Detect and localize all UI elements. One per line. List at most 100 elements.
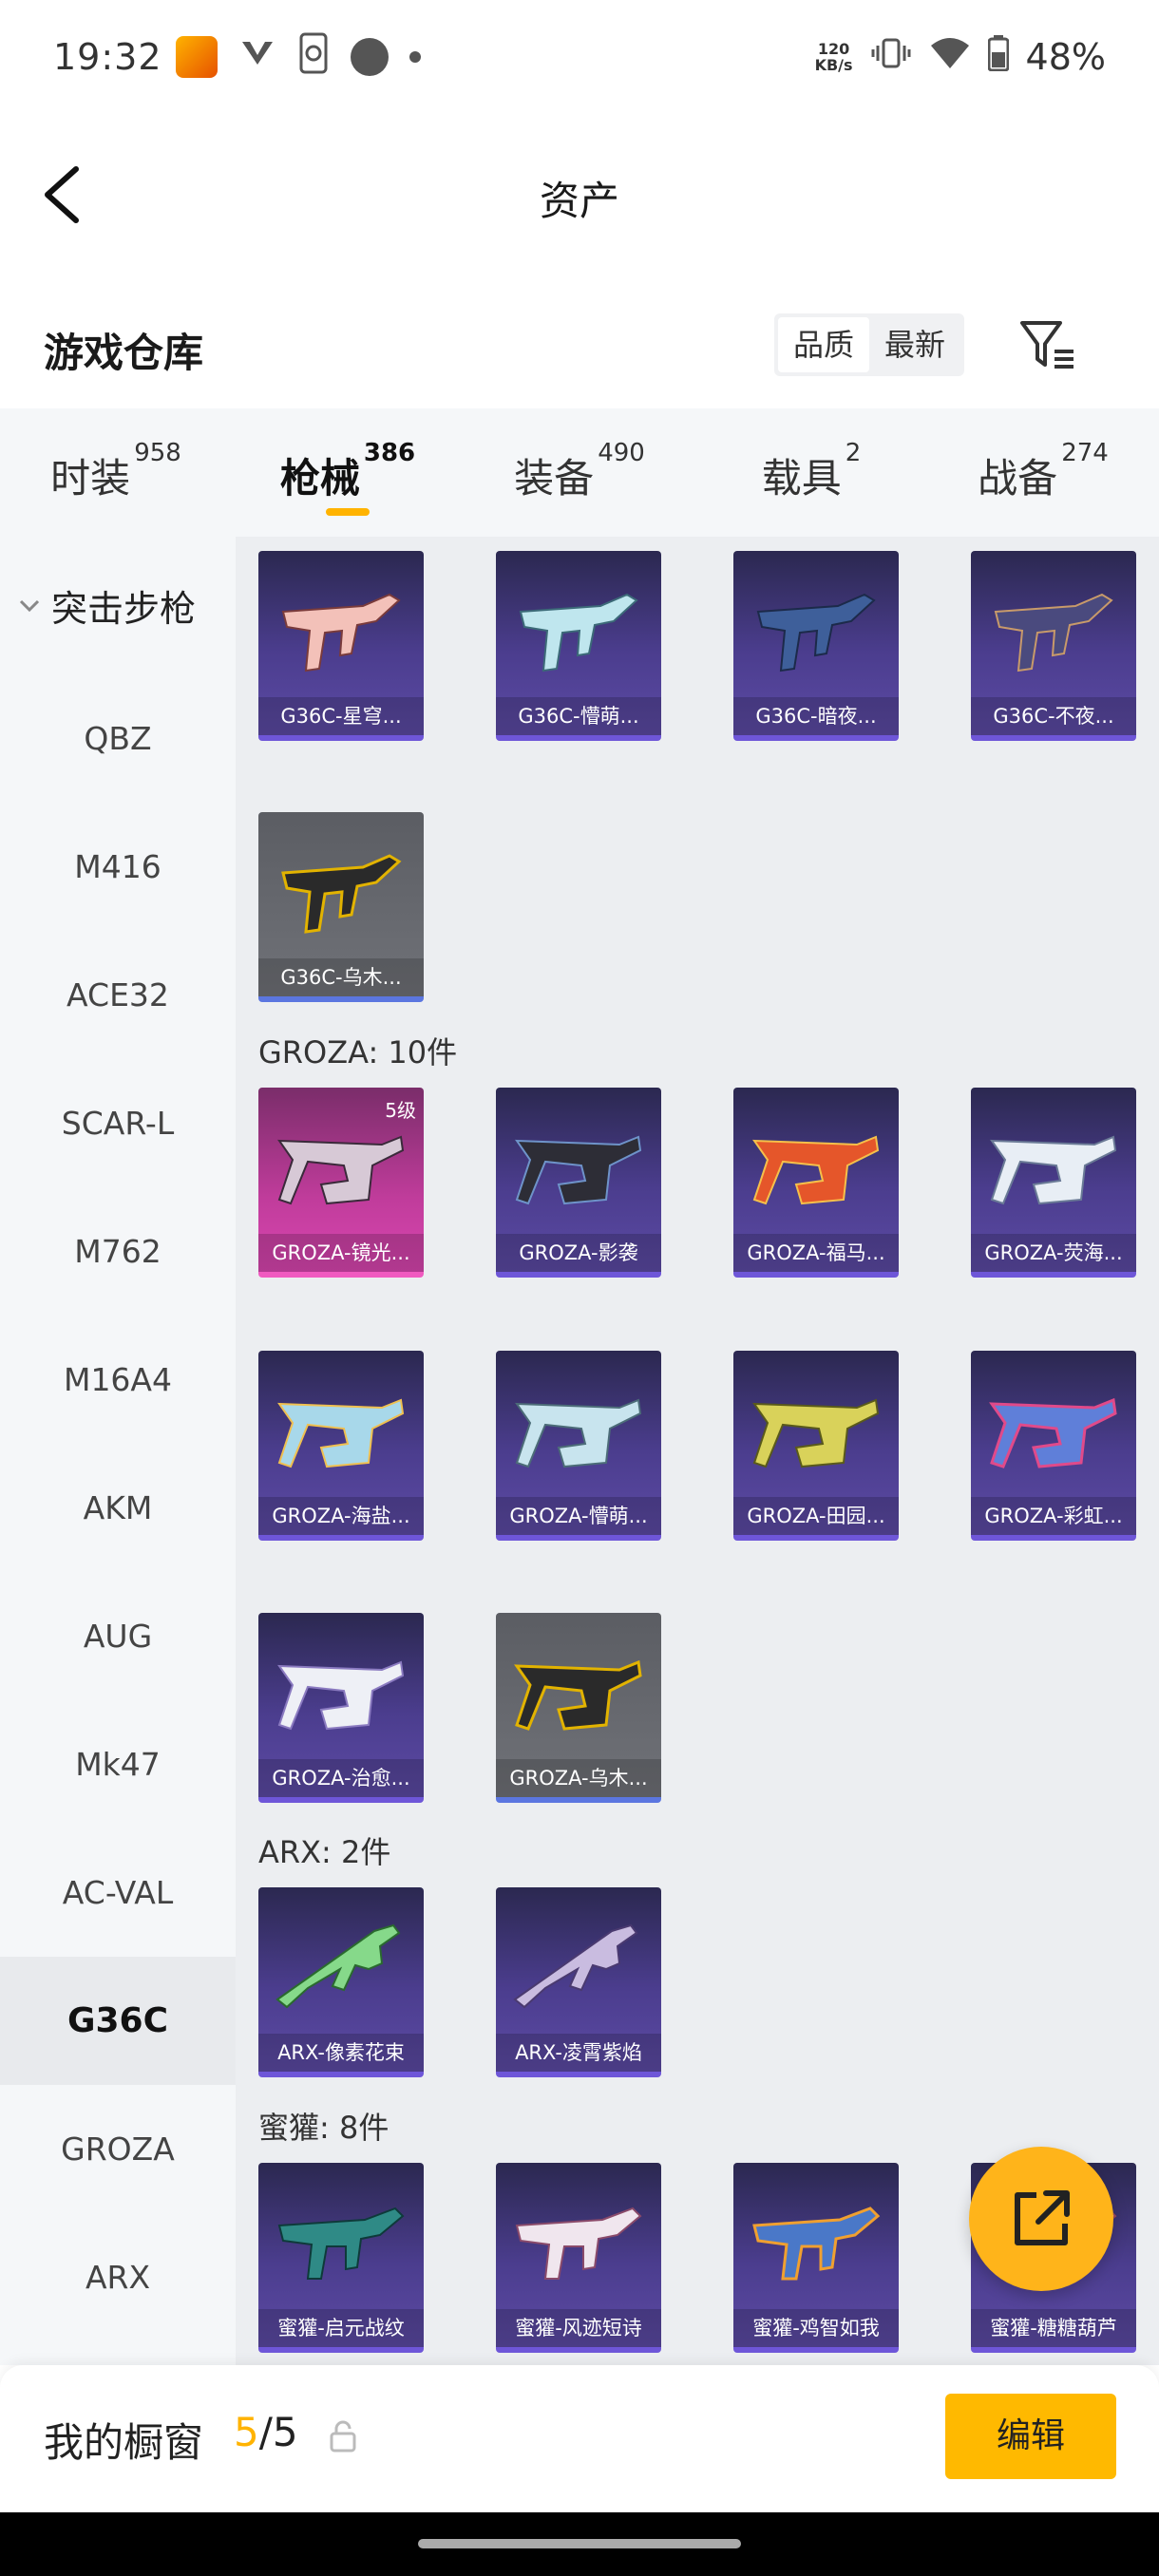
filter-button[interactable] <box>1016 313 1077 374</box>
weapon-card-label: GROZA-海盐... <box>258 1497 424 1535</box>
tab-fashion[interactable]: 时装958 <box>0 408 232 537</box>
share-button[interactable] <box>969 2147 1113 2291</box>
tab-label: 时装 <box>50 455 131 502</box>
sidebar-item-aug[interactable]: AUG <box>0 1572 236 1700</box>
rifle-icon <box>994 593 1113 672</box>
circle-icon <box>350 38 389 76</box>
weapon-card-label: ARX-像素花束 <box>258 2034 424 2072</box>
rifle-icon <box>276 1923 401 2009</box>
edit-button[interactable]: 编辑 <box>945 2394 1116 2479</box>
sidebar-item-qbz[interactable]: QBZ <box>0 674 236 803</box>
app-badge-icon <box>175 36 218 78</box>
page-title: 资产 <box>539 178 619 224</box>
weapon-card-label: 蜜獾-风迹短诗 <box>496 2309 661 2347</box>
showcase-used: 5 <box>234 2409 259 2455</box>
dot-icon <box>408 51 421 63</box>
tab-count: 958 <box>134 439 181 467</box>
showcase-count: 5/5 <box>234 2409 298 2455</box>
weapon-card-label: G36C-不夜... <box>971 697 1136 735</box>
sidebar-category-label: 突击步枪 <box>51 588 197 630</box>
sidebar-item-mk47[interactable]: Mk47 <box>0 1700 236 1828</box>
sort-newest-option[interactable]: 最新 <box>869 317 960 372</box>
tab-equipment[interactable]: 装备490 <box>464 408 695 537</box>
weapon-card[interactable]: GROZA-治愈... <box>258 1613 424 1803</box>
sidebar-item-g36c[interactable]: G36C <box>0 1957 236 2085</box>
weapon-grid: G36C-星穹... G36C-懵萌... G36C-暗夜... G36C-不夜… <box>236 537 1159 2365</box>
tab-label: 装备 <box>514 455 595 502</box>
net-speed-unit: KB/s <box>814 56 853 74</box>
rifle-icon <box>281 593 401 672</box>
battery-percent: 48% <box>1025 36 1106 78</box>
sort-quality-option[interactable]: 品质 <box>778 317 870 372</box>
sidebar-item-m416[interactable]: M416 <box>0 803 236 931</box>
weapon-card[interactable]: G36C-懵萌... <box>496 551 661 741</box>
category-tabs: 时装958 枪械386 装备490 载具2 战备274 <box>0 408 1159 537</box>
tab-supplies[interactable]: 战备274 <box>927 408 1159 537</box>
app-header: 资产 <box>0 133 1159 256</box>
weapon-card[interactable]: GROZA-影袭 <box>496 1088 661 1278</box>
rifle-icon <box>277 2207 405 2280</box>
tab-count: 2 <box>845 439 862 467</box>
tab-weapons[interactable]: 枪械386 <box>232 408 464 537</box>
rifle-icon <box>752 1398 880 1468</box>
weapon-card[interactable]: G36C-不夜... <box>971 551 1136 741</box>
weapon-card[interactable]: G36C-星穹... <box>258 551 424 741</box>
showcase-total: /5 <box>258 2409 298 2455</box>
rifle-icon <box>989 1397 1117 1468</box>
sidebar-item-ac-val[interactable]: AC-VAL <box>0 1828 236 1957</box>
sidebar-item-groza[interactable]: GROZA <box>0 2085 236 2213</box>
tab-label: 战备 <box>978 455 1058 502</box>
weapon-card[interactable]: GROZA-懵萌... <box>496 1351 661 1541</box>
tab-label: 载具 <box>761 455 842 502</box>
wifi-icon <box>929 36 971 79</box>
weapon-card[interactable]: 蜜獾-风迹短诗 <box>496 2163 661 2353</box>
weapon-card[interactable]: GROZA-彩虹... <box>971 1351 1136 1541</box>
status-time: 19:32 <box>53 36 162 78</box>
weapon-card[interactable]: GROZA-福马... <box>733 1088 899 1278</box>
rifle-icon <box>277 1398 405 1468</box>
weapon-card[interactable]: 5级 GROZA-镜光... <box>258 1088 424 1278</box>
net-speed: 120 KB/s <box>815 41 853 73</box>
weapon-card[interactable]: GROZA-乌木... <box>496 1613 661 1803</box>
rifle-icon <box>515 1398 642 1468</box>
weapon-card-label: GROZA-影袭 <box>496 1234 661 1272</box>
weapon-card[interactable]: 蜜獾-启元战纹 <box>258 2163 424 2353</box>
tab-count: 490 <box>598 439 645 467</box>
weapon-card[interactable]: ARX-像素花束 <box>258 1887 424 2077</box>
weapon-card[interactable]: G36C-乌木... <box>258 812 424 1002</box>
sync-icon <box>297 32 330 83</box>
showcase-bar: 我的橱窗 5/5 编辑 <box>0 2365 1159 2512</box>
weapon-card-label: G36C-星穹... <box>258 697 424 735</box>
home-gesture-handle[interactable] <box>418 2539 741 2548</box>
rifle-icon <box>281 854 402 934</box>
sidebar-item-akm[interactable]: AKM <box>0 1444 236 1572</box>
sidebar-category-assault-rifle[interactable]: 突击步枪 <box>0 537 236 674</box>
sidebar-item-scar-l[interactable]: SCAR-L <box>0 1059 236 1187</box>
system-nav-bar <box>0 2512 1159 2576</box>
weapon-card[interactable]: ARX-凌霄紫焰 <box>496 1887 661 2077</box>
rifle-icon <box>514 1659 642 1731</box>
weapon-card-label: G36C-暗夜... <box>733 697 899 735</box>
weapon-card-label: 蜜獾-鸡智如我 <box>733 2309 899 2347</box>
rifle-icon <box>513 1923 638 2009</box>
group-header-groza: GROZA: 10件 <box>258 1034 458 1070</box>
weapon-card[interactable]: GROZA-荧海... <box>971 1088 1136 1278</box>
weapon-card[interactable]: G36C-暗夜... <box>733 551 899 741</box>
sidebar-item-m762[interactable]: M762 <box>0 1187 236 1316</box>
weapon-card-label: 蜜獾-启元战纹 <box>258 2309 424 2347</box>
sidebar-item-m16a4[interactable]: M16A4 <box>0 1316 236 1444</box>
weapon-card[interactable]: 蜜獾-鸡智如我 <box>733 2163 899 2353</box>
rifle-icon <box>519 593 638 672</box>
sidebar-item-ace32[interactable]: ACE32 <box>0 931 236 1059</box>
showcase-label: 我的橱窗 <box>44 2419 204 2466</box>
weapon-card[interactable]: GROZA-海盐... <box>258 1351 424 1541</box>
weapon-card-label: GROZA-乌木... <box>496 1759 661 1797</box>
sidebar-item-arx[interactable]: ARX <box>0 2213 236 2341</box>
tab-vehicles[interactable]: 载具2 <box>695 408 927 537</box>
filter-icon <box>1020 321 1074 369</box>
rifle-icon <box>277 1135 405 1205</box>
chevron-down-icon <box>19 599 40 612</box>
weapon-card-label: 蜜獾-糖糖葫芦 <box>971 2309 1136 2347</box>
weapon-card[interactable]: GROZA-田园... <box>733 1351 899 1541</box>
weapon-card-label: GROZA-镜光... <box>258 1234 424 1272</box>
